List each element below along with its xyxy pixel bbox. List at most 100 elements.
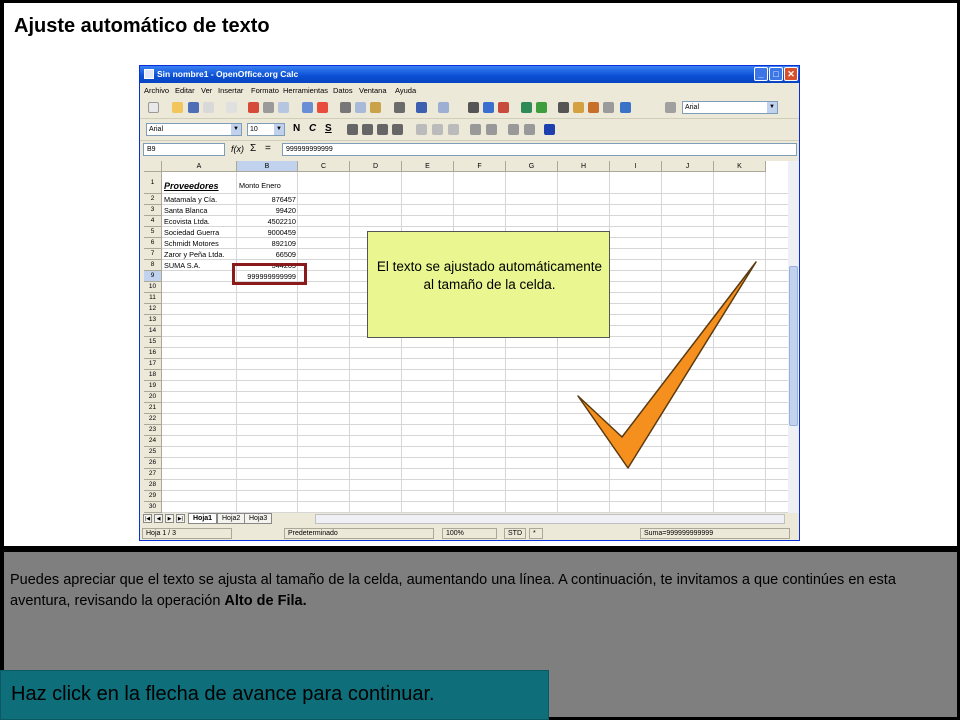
row-header-27[interactable]: 27 [144, 469, 162, 480]
paste-icon[interactable] [370, 102, 381, 113]
justify-icon[interactable] [392, 124, 403, 135]
copy-icon[interactable] [355, 102, 366, 113]
menu-ayuda[interactable]: Ayuda [395, 86, 416, 95]
chevron-down-icon[interactable]: ▼ [274, 124, 284, 135]
first-sheet-icon[interactable]: |◀ [143, 514, 152, 523]
spellcheck-icon[interactable] [302, 102, 313, 113]
cell-b1[interactable]: Monto Enero [239, 181, 296, 190]
chevron-down-icon[interactable]: ▼ [231, 124, 241, 135]
underline-button[interactable]: S [325, 123, 332, 134]
cell-b4[interactable]: 4502210 [239, 217, 296, 226]
align-right-icon[interactable] [377, 124, 388, 135]
select-all-corner[interactable] [144, 161, 162, 172]
print-preview-icon[interactable] [278, 102, 289, 113]
edit-file-icon[interactable] [226, 102, 237, 113]
cell-b6[interactable]: 892109 [239, 239, 296, 248]
align-center-icon[interactable] [362, 124, 373, 135]
email-icon[interactable] [203, 102, 214, 113]
redo-icon[interactable] [438, 102, 449, 113]
undo-icon[interactable] [416, 102, 427, 113]
vertical-scrollbar[interactable] [788, 161, 799, 513]
vertical-scroll-thumb[interactable] [789, 266, 798, 426]
row-header-14[interactable]: 14 [144, 326, 162, 337]
chevron-down-icon[interactable]: ▼ [767, 102, 777, 113]
sum-icon[interactable]: Σ [250, 143, 256, 154]
row-header-25[interactable]: 25 [144, 447, 162, 458]
row-header-15[interactable]: 15 [144, 337, 162, 348]
column-header-a[interactable]: A [162, 161, 237, 172]
column-header-h[interactable]: H [558, 161, 610, 172]
cell-b3[interactable]: 99420 [239, 206, 296, 215]
chart-icon[interactable] [521, 102, 532, 113]
cell-b2[interactable]: 876457 [239, 195, 296, 204]
row-header-2[interactable]: 2 [144, 194, 162, 205]
font-name-box[interactable]: Arial ▼ [146, 123, 242, 136]
export-pdf-icon[interactable] [248, 102, 259, 113]
format-paintbrush-icon[interactable] [394, 102, 405, 113]
font-color-icon[interactable] [544, 124, 555, 135]
open-folder-icon[interactable] [172, 102, 183, 113]
row-header-17[interactable]: 17 [144, 359, 162, 370]
row-header-5[interactable]: 5 [144, 227, 162, 238]
column-header-c[interactable]: C [298, 161, 350, 172]
tab-hoja2[interactable]: Hoja2 [217, 513, 246, 524]
sort-descending-icon[interactable] [498, 102, 509, 113]
menu-archivo[interactable]: Archivo [144, 86, 169, 95]
cell-a3[interactable]: Santa Blanca [164, 206, 235, 215]
bold-button[interactable]: N [293, 123, 300, 134]
column-header-j[interactable]: J [662, 161, 714, 172]
row-header-16[interactable]: 16 [144, 348, 162, 359]
name-box[interactable]: B9 [143, 143, 225, 156]
cut-icon[interactable] [340, 102, 351, 113]
cell-a7[interactable]: Zaror y Peña Ltda. [164, 250, 235, 259]
row-header-7[interactable]: 7 [144, 249, 162, 260]
row-header-13[interactable]: 13 [144, 315, 162, 326]
save-icon[interactable] [188, 102, 199, 113]
borders-icon[interactable] [508, 124, 519, 135]
column-header-d[interactable]: D [350, 161, 402, 172]
status-page-style[interactable]: Predeterminado [284, 528, 434, 539]
navigator-icon[interactable] [573, 102, 584, 113]
horizontal-scrollbar[interactable] [315, 514, 785, 524]
cell-a6[interactable]: Schmidt Motores [164, 239, 235, 248]
cell-a5[interactable]: Sociedad Guerra [164, 228, 235, 237]
menu-datos[interactable]: Datos [333, 86, 353, 95]
row-header-8[interactable]: 8 [144, 260, 162, 271]
row-header-4[interactable]: 4 [144, 216, 162, 227]
increase-font-icon[interactable] [470, 124, 481, 135]
row-header-3[interactable]: 3 [144, 205, 162, 216]
menu-insertar[interactable]: Insertar [218, 86, 243, 95]
cell-a8[interactable]: SUMA S.A. [164, 261, 235, 270]
column-header-f[interactable]: F [454, 161, 506, 172]
percent-format-icon[interactable] [448, 124, 459, 135]
close-button[interactable]: ✕ [784, 67, 798, 81]
tab-hoja1[interactable]: Hoja1 [188, 513, 218, 524]
row-header-21[interactable]: 21 [144, 403, 162, 414]
next-sheet-icon[interactable]: ▶ [165, 514, 174, 523]
cell-b5[interactable]: 9000459 [239, 228, 296, 237]
column-header-k[interactable]: K [714, 161, 766, 172]
column-header-e[interactable]: E [402, 161, 454, 172]
hyperlink-icon[interactable] [468, 102, 479, 113]
function-icon[interactable]: = [265, 143, 271, 154]
status-mode[interactable]: STD [504, 528, 526, 539]
row-header-19[interactable]: 19 [144, 381, 162, 392]
maximize-button[interactable]: □ [769, 67, 783, 81]
autospellcheck-icon[interactable] [317, 102, 328, 113]
row-header-28[interactable]: 28 [144, 480, 162, 491]
menu-formato[interactable]: Formato [251, 86, 279, 95]
italic-button[interactable]: C [309, 123, 316, 134]
row-header-18[interactable]: 18 [144, 370, 162, 381]
row-header-26[interactable]: 26 [144, 458, 162, 469]
last-sheet-icon[interactable]: ▶| [176, 514, 185, 523]
print-icon[interactable] [263, 102, 274, 113]
cell-b7[interactable]: 66509 [239, 250, 296, 259]
gallery-icon[interactable] [588, 102, 599, 113]
menu-editar[interactable]: Editar [175, 86, 195, 95]
formula-input[interactable]: 999999999999 [282, 143, 797, 156]
row-header-24[interactable]: 24 [144, 436, 162, 447]
cell-a2[interactable]: Matamala y Cía. [164, 195, 235, 204]
row-header-1[interactable]: 1 [144, 172, 162, 194]
row-header-20[interactable]: 20 [144, 392, 162, 403]
currency-format-icon[interactable] [432, 124, 443, 135]
